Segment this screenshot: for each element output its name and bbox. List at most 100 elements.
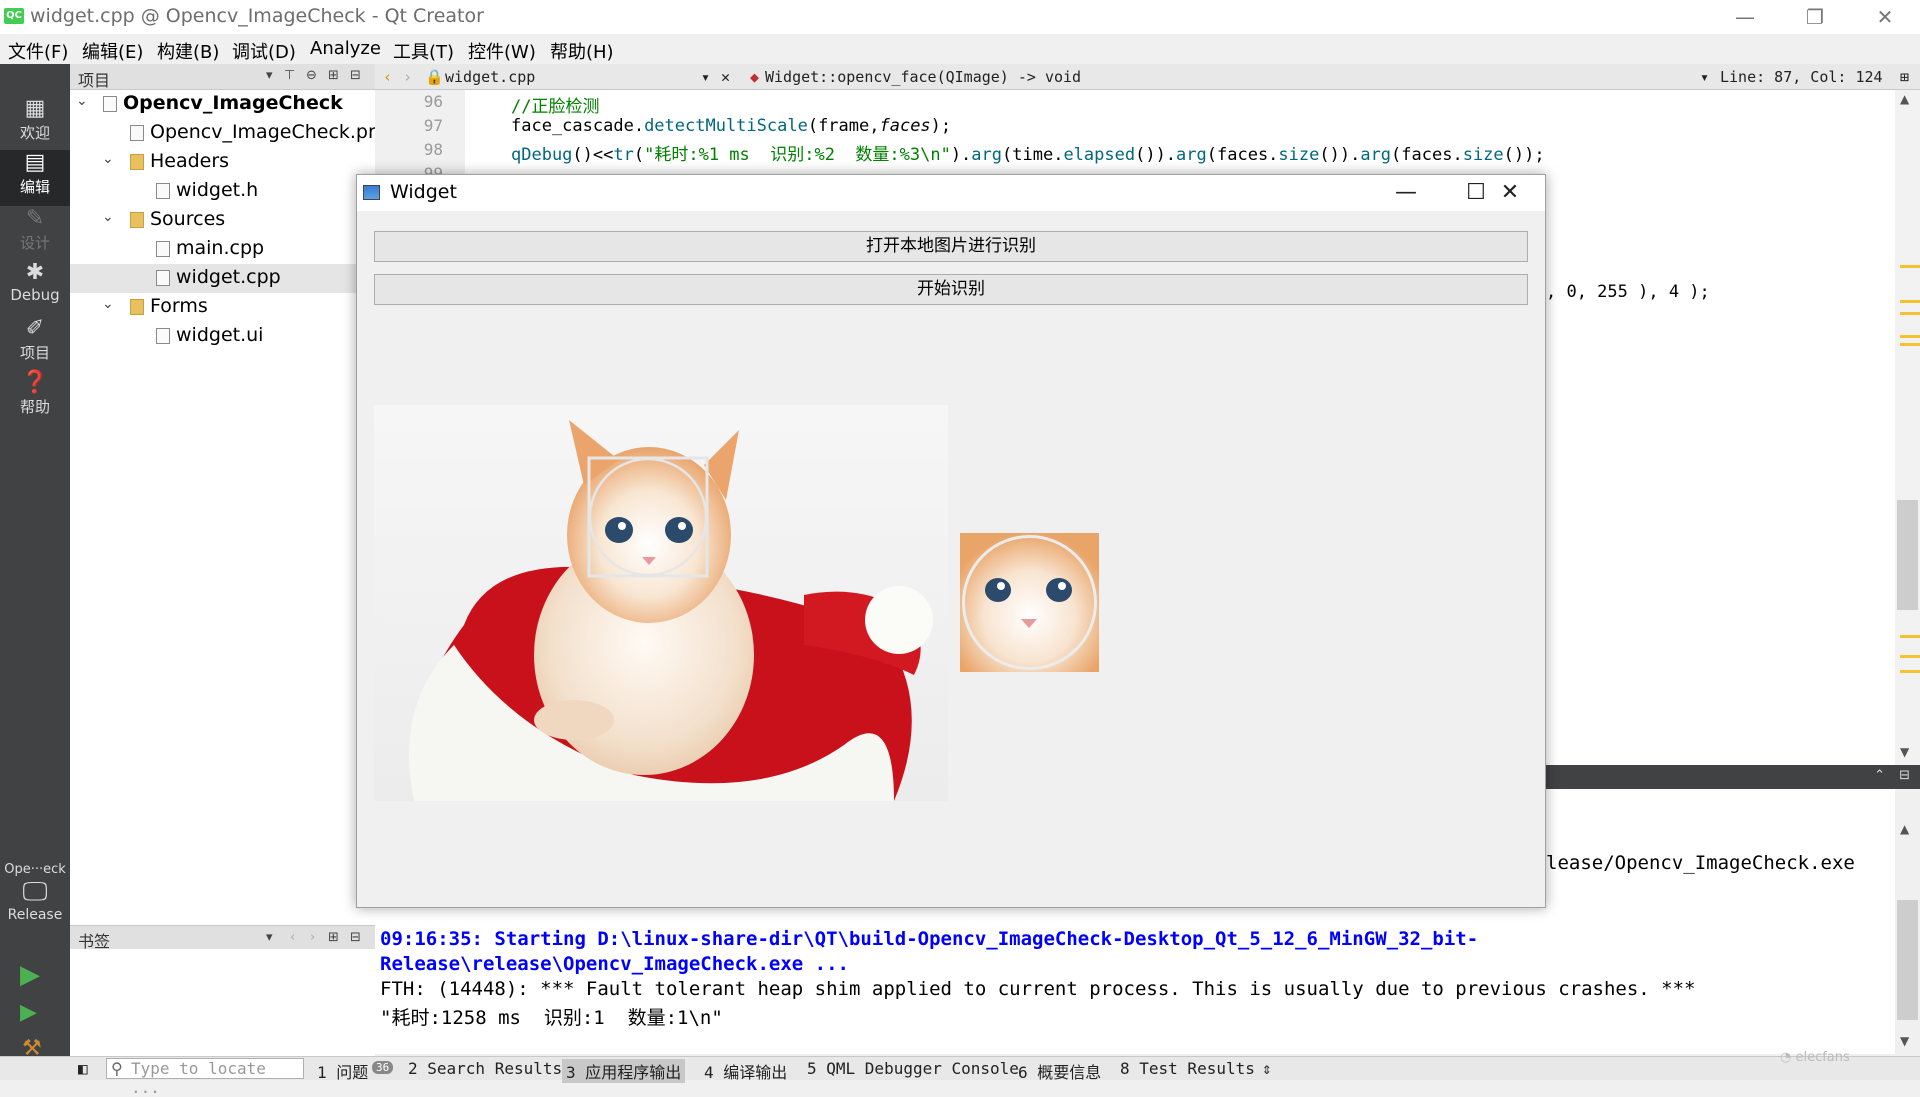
- menu-controls[interactable]: 控件(W): [468, 38, 536, 64]
- open-image-button[interactable]: 打开本地图片进行识别: [374, 231, 1528, 262]
- mode-projects[interactable]: ✐ 项目: [0, 316, 70, 372]
- tree-item-main-cpp[interactable]: main.cpp: [70, 235, 375, 264]
- editor-scrollbar[interactable]: ▲ ▼: [1895, 90, 1920, 765]
- menu-edit[interactable]: 编辑(E): [82, 38, 143, 64]
- mode-label: 欢迎: [19, 124, 50, 142]
- locate-input[interactable]: ⚲ Type to locate ...: [106, 1058, 304, 1097]
- tree-item-sources[interactable]: ⌄ Sources: [70, 206, 375, 235]
- toggle-sidebar-icon[interactable]: ◧: [78, 1059, 88, 1078]
- run-icon[interactable]: ▶: [20, 960, 40, 990]
- scroll-mark: [1900, 670, 1920, 673]
- close-pane-icon[interactable]: ⊟: [1899, 768, 1910, 783]
- dropdown-icon[interactable]: ▾: [266, 930, 273, 945]
- window-title: widget.cpp @ Opencv_ImageCheck - Qt Crea…: [30, 5, 484, 27]
- output-partial-path: lease/Opencv_ImageCheck.exe: [1546, 852, 1855, 874]
- title-bar: QC widget.cpp @ Opencv_ImageCheck - Qt C…: [0, 0, 1920, 34]
- widget-close-button[interactable]: ✕: [1475, 175, 1545, 211]
- filter-icon[interactable]: ⊤: [284, 68, 295, 83]
- file-selector[interactable]: widget.cpp: [445, 68, 535, 86]
- scroll-mark: [1900, 265, 1920, 268]
- close-panel-icon[interactable]: ⊟: [350, 68, 361, 83]
- face-crop: [960, 533, 1099, 672]
- mode-label: Debug: [10, 286, 60, 304]
- project-icon: [103, 96, 117, 112]
- scroll-down-icon[interactable]: ▼: [1900, 1034, 1909, 1048]
- code-line-97: face_cascade.detectMultiScale(frame,face…: [511, 116, 952, 136]
- widget-window: Widget — ☐ ✕ 打开本地图片进行识别 开始识别: [356, 174, 1546, 908]
- tab-issues[interactable]: 1 问题: [317, 1059, 368, 1083]
- ui-file-icon: [156, 328, 170, 344]
- mode-design[interactable]: ✎ 设计: [0, 206, 70, 262]
- dropdown-icon[interactable]: ▾: [1700, 68, 1709, 86]
- mode-edit[interactable]: ▤ 编辑: [0, 150, 70, 206]
- menu-debug[interactable]: 调试(D): [232, 38, 296, 64]
- tree-item-pro[interactable]: Opencv_ImageCheck.pro: [70, 119, 387, 148]
- scroll-thumb[interactable]: [1897, 900, 1918, 1020]
- maximize-icon[interactable]: ⌃: [1874, 768, 1885, 783]
- cursor-position[interactable]: Line: 87, Col: 124: [1720, 68, 1883, 86]
- kit-selector[interactable]: Ope···eck 🖵 Release: [0, 862, 70, 942]
- tree-item-label: Opencv_ImageCheck.pro: [150, 121, 388, 143]
- close-panel-icon[interactable]: ⊟: [350, 930, 361, 945]
- bookmarks-header: 书签 ▾ ‹ › ⊞ ⊟: [70, 925, 375, 951]
- menu-file[interactable]: 文件(F): [8, 38, 68, 64]
- tree-item-widget-cpp[interactable]: widget.cpp: [70, 264, 375, 293]
- tree-item-headers[interactable]: ⌄ Headers: [70, 148, 375, 177]
- back-icon[interactable]: ‹: [383, 68, 392, 86]
- split-icon[interactable]: ⊞: [328, 930, 339, 945]
- prev-icon[interactable]: ‹: [290, 930, 295, 945]
- link-icon[interactable]: ⊖: [306, 68, 317, 83]
- widget-minimize-button[interactable]: —: [1371, 175, 1441, 211]
- scroll-up-icon[interactable]: ▲: [1900, 822, 1909, 836]
- lock-icon: 🔒: [425, 68, 444, 86]
- close-button[interactable]: ✕: [1850, 0, 1920, 34]
- menu-analyze[interactable]: Analyze: [310, 38, 381, 59]
- dropdown-icon[interactable]: ▾: [266, 68, 273, 83]
- mode-debug[interactable]: ✱ Debug: [0, 260, 70, 316]
- tab-search-results[interactable]: 2 Search Results: [408, 1059, 562, 1078]
- function-selector[interactable]: Widget::opencv_face(QImage) -> void: [765, 68, 1081, 86]
- scroll-thumb[interactable]: [1897, 500, 1918, 610]
- output-scrollbar[interactable]: ▲ ▼: [1895, 820, 1920, 1054]
- tree-item-widget-ui[interactable]: widget.ui: [70, 322, 375, 351]
- start-recognition-button[interactable]: 开始识别: [374, 274, 1528, 305]
- tab-general-messages[interactable]: 6 概要信息: [1018, 1059, 1101, 1083]
- tab-compile-output[interactable]: 4 编译输出: [704, 1059, 787, 1083]
- mode-help[interactable]: ❓ 帮助: [0, 370, 70, 426]
- status-bar: ◧ ⚲ Type to locate ... 1 问题 36 2 Search …: [0, 1056, 1920, 1097]
- tab-application-output[interactable]: 3 应用程序输出: [562, 1059, 686, 1083]
- tab-qml-debugger[interactable]: 5 QML Debugger Console: [807, 1059, 1019, 1078]
- next-icon[interactable]: ›: [310, 930, 315, 945]
- tab-test-results[interactable]: 8 Test Results: [1120, 1059, 1255, 1078]
- mode-welcome[interactable]: ▦ 欢迎: [0, 96, 70, 152]
- restore-button[interactable]: ❐: [1780, 0, 1850, 34]
- dropdown-icon[interactable]: ▾: [701, 68, 710, 86]
- output-line: Release\release\Opencv_ImageCheck.exe ..…: [380, 953, 849, 975]
- more-tabs-icon[interactable]: ⇕: [1262, 1059, 1272, 1078]
- scroll-mark: [1900, 300, 1920, 303]
- split-icon[interactable]: ⊞: [328, 68, 339, 83]
- minimize-button[interactable]: —: [1710, 0, 1780, 34]
- debug-run-icon[interactable]: ▶: [20, 1000, 37, 1025]
- detected-face-image: [960, 533, 1099, 672]
- tree-item-label: Headers: [150, 150, 230, 172]
- monitor-icon: 🖵: [22, 877, 48, 907]
- scroll-down-icon[interactable]: ▼: [1900, 745, 1909, 759]
- forward-icon[interactable]: ›: [403, 68, 412, 86]
- mode-label: 帮助: [19, 398, 50, 416]
- split-icon[interactable]: ⊞: [1900, 68, 1909, 86]
- tree-item-forms[interactable]: ⌄ Forms: [70, 293, 375, 322]
- scroll-up-icon[interactable]: ▲: [1900, 92, 1909, 106]
- tree-item-project[interactable]: ⌄ Opencv_ImageCheck: [70, 90, 375, 119]
- chevron-down-icon: ⌄: [102, 209, 114, 225]
- menu-help[interactable]: 帮助(H): [550, 38, 614, 64]
- tree-item-label: widget.h: [176, 179, 259, 201]
- code-line-96: //正脸检测: [511, 97, 600, 117]
- menu-build[interactable]: 构建(B): [157, 38, 219, 64]
- menu-tools[interactable]: 工具(T): [393, 38, 454, 64]
- cpp-file-icon: [156, 241, 170, 257]
- tree-item-widget-h[interactable]: widget.h: [70, 177, 375, 206]
- close-file-icon[interactable]: ✕: [721, 68, 730, 86]
- mode-label: 编辑: [19, 178, 50, 196]
- widget-title: Widget: [390, 181, 457, 203]
